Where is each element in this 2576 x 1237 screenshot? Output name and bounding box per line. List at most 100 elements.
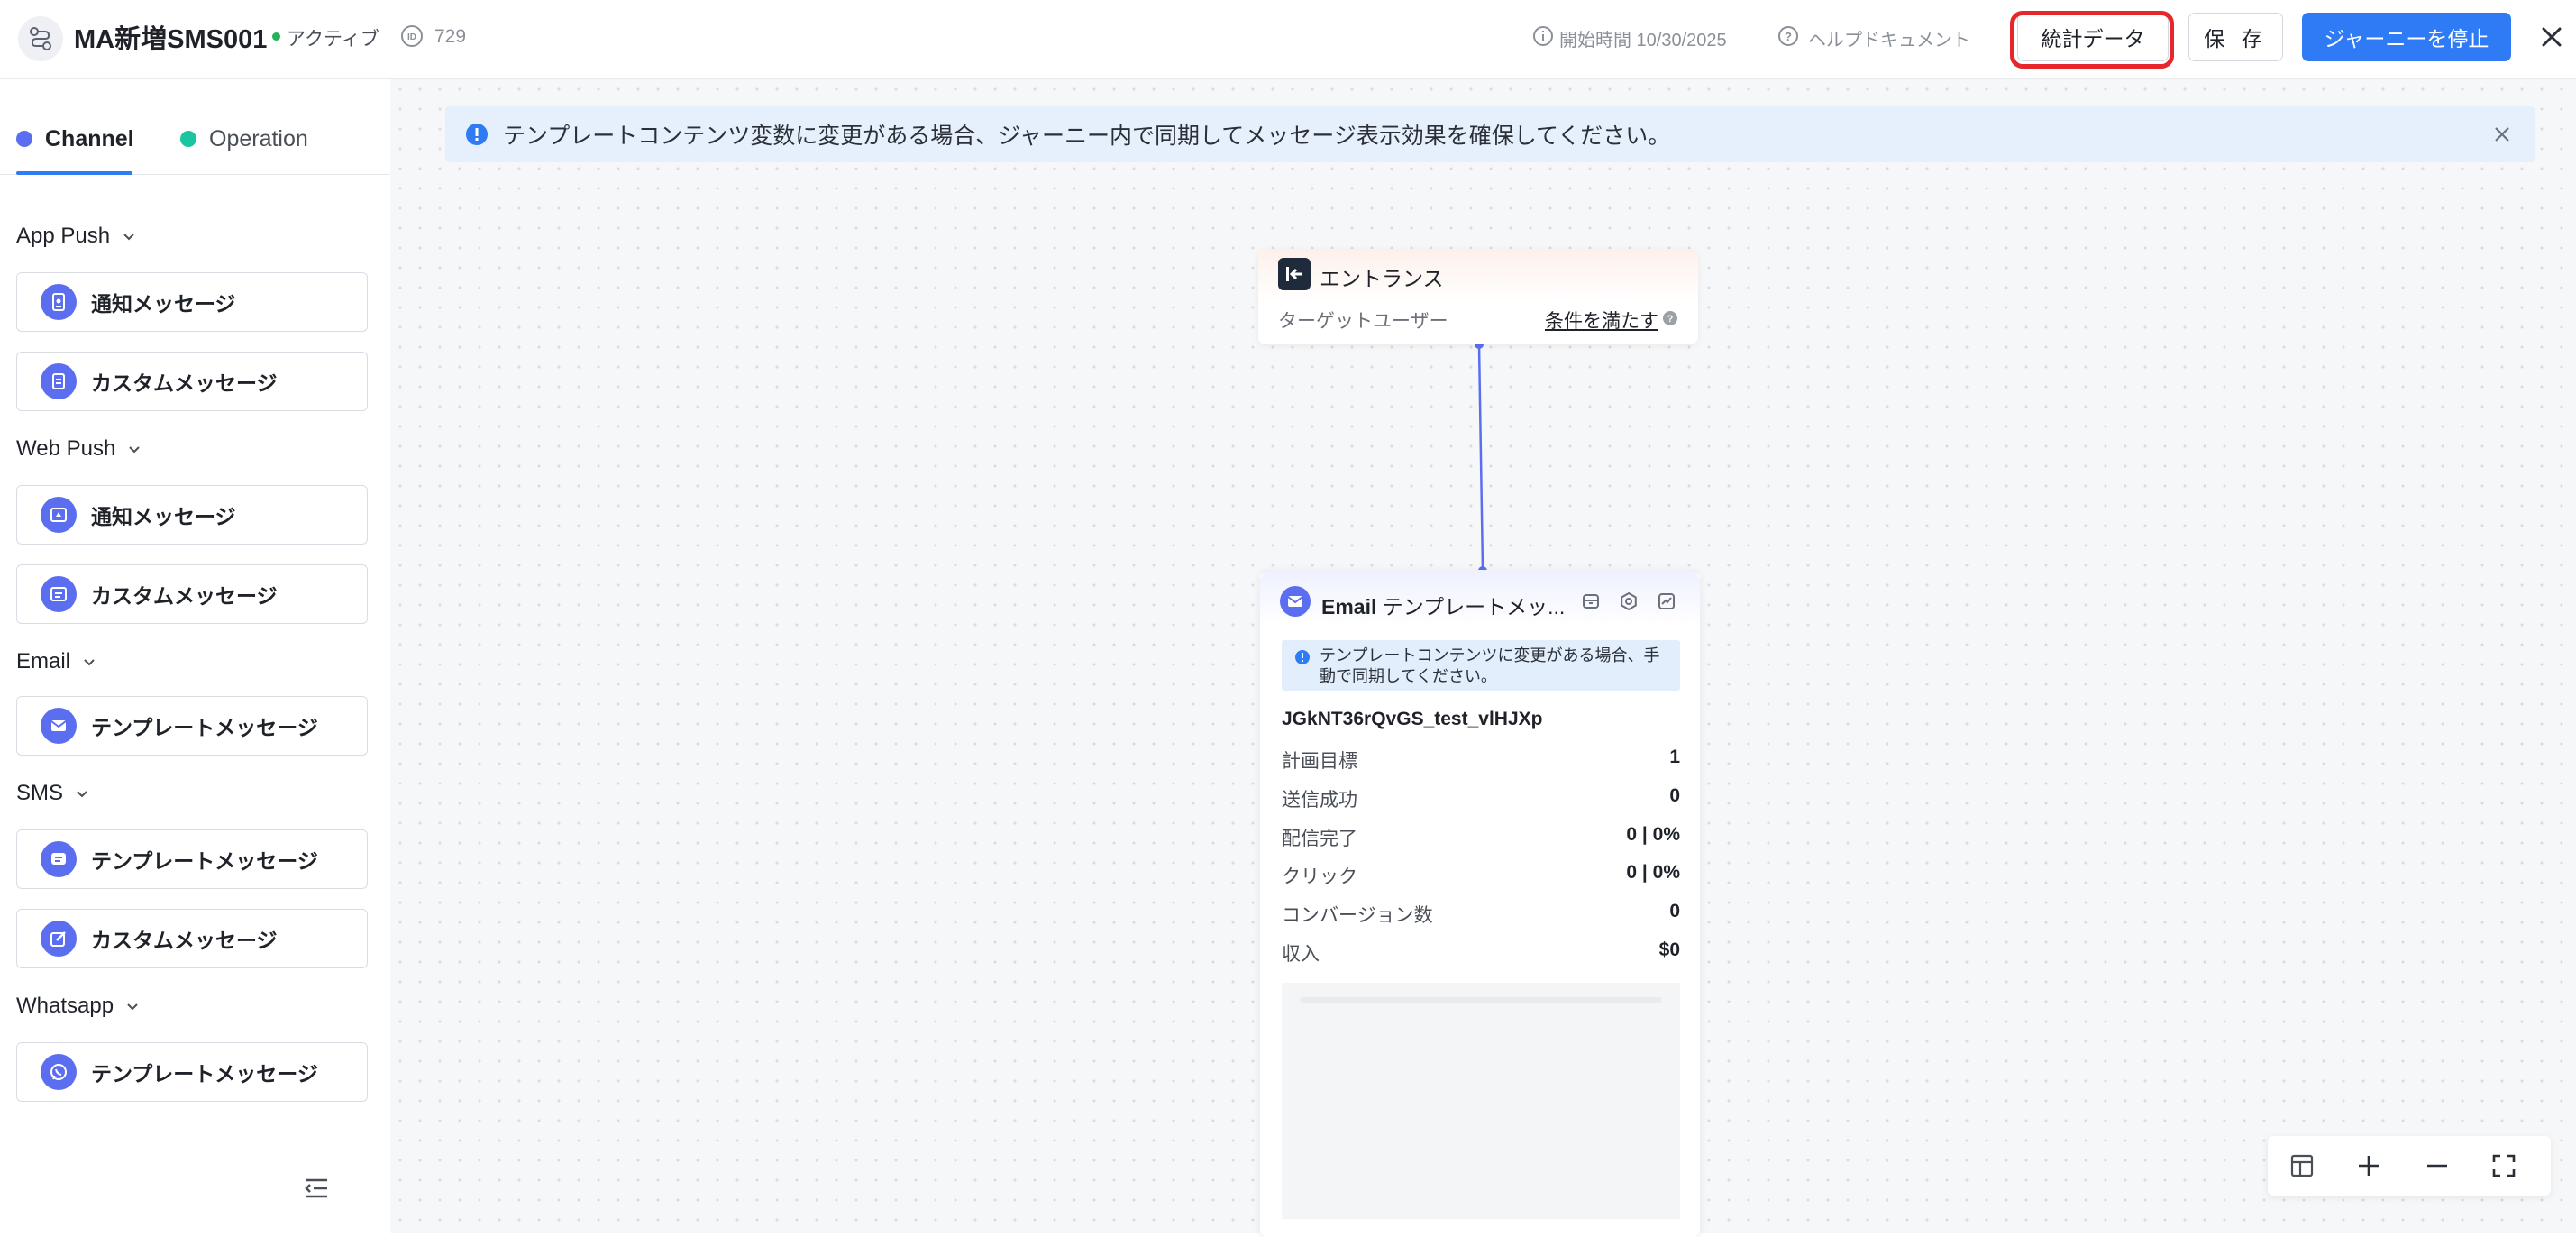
stop-journey-button[interactable]: ジャーニーを停止: [2302, 13, 2511, 61]
group-label: Email: [16, 649, 71, 673]
sidebar-item-sms-custom[interactable]: カスタムメッセージ: [16, 909, 368, 968]
email-template-node[interactable]: Email テンプレートメッ... テンプレートコンテンツに変更がある場合、手動…: [1260, 570, 1700, 1237]
info-icon: [1532, 25, 1554, 47]
stat-value: 0: [1669, 785, 1680, 806]
entrance-title: エントランス: [1320, 267, 1444, 290]
sidebar-item-email-template[interactable]: テンプレートメッセージ: [16, 696, 368, 756]
svg-text:?: ?: [1667, 314, 1674, 325]
chevron-down-icon: [77, 791, 87, 798]
condition-link[interactable]: 条件を満たす: [1545, 307, 1658, 334]
save-button[interactable]: 保 存: [2188, 13, 2283, 61]
stat-row-revenue: 収入 $0: [1282, 939, 1680, 967]
fullscreen-icon[interactable]: [2489, 1151, 2518, 1180]
active-tab-indicator: [16, 171, 132, 175]
collapse-sidebar-icon[interactable]: [303, 1175, 330, 1202]
group-label: Web Push: [16, 436, 116, 461]
canvas-controls: [2268, 1136, 2551, 1196]
browser-notification-icon: [41, 497, 77, 533]
sidebar-item-label: 通知メッセージ: [91, 505, 236, 528]
info-circle-icon: [1295, 650, 1310, 664]
chevron-down-icon: [127, 1003, 138, 1011]
info-banner: テンプレートコンテンツ変数に変更がある場合、ジャーニー内で同期してメッセージ表示…: [445, 106, 2535, 162]
edit-icon: [41, 921, 77, 957]
chevron-down-icon: [123, 234, 134, 241]
operation-dot: [180, 131, 196, 147]
settings-icon[interactable]: [1619, 591, 1639, 611]
stat-value: 0 | 0%: [1626, 824, 1680, 845]
sidebar-item-label: カスタムメッセージ: [91, 584, 278, 608]
info-circle-icon: [466, 124, 488, 145]
close-icon[interactable]: [2491, 124, 2513, 145]
mail-icon: [41, 708, 77, 744]
question-icon[interactable]: ?: [1662, 310, 1678, 326]
entrance-icon: [1278, 258, 1311, 290]
mail-icon: [1280, 586, 1311, 617]
stat-value: 1: [1669, 747, 1680, 767]
group-sms[interactable]: SMS: [16, 781, 90, 806]
sync-alert-text: テンプレートコンテンツに変更がある場合、手動で同期してください。: [1320, 646, 1660, 685]
close-icon[interactable]: [2536, 22, 2567, 52]
stat-row-clicks: クリック 0 | 0%: [1282, 862, 1680, 889]
template-name: JGkNT36rQvGS_test_vlHJXp: [1282, 709, 1543, 729]
group-app-push[interactable]: App Push: [16, 224, 137, 249]
sidebar-item-web-push-notification[interactable]: 通知メッセージ: [16, 485, 368, 545]
top-bar: MA新増SMS001 アクティブ ID 729 開始時間 10/30/2025 …: [0, 0, 2576, 79]
target-user-label: ターゲットユーザー: [1278, 311, 1448, 332]
channel-dot: [16, 131, 32, 147]
stat-label: コンバージョン数: [1282, 905, 1433, 926]
stat-label: 送信成功: [1282, 790, 1357, 811]
sidebar-item-web-push-custom[interactable]: カスタムメッセージ: [16, 564, 368, 624]
group-whatsapp[interactable]: Whatsapp: [16, 994, 141, 1019]
tab-channel-label: Channel: [45, 125, 134, 151]
stat-row-delivered: 配信完了 0 | 0%: [1282, 824, 1680, 851]
group-web-push[interactable]: Web Push: [16, 436, 142, 462]
sync-alert: テンプレートコンテンツに変更がある場合、手動で同期してください。: [1282, 640, 1680, 691]
sidebar-item-label: カスタムメッセージ: [91, 929, 278, 952]
journey-id: 729: [434, 26, 467, 47]
chevron-down-icon: [84, 659, 95, 666]
document-icon: [41, 363, 77, 399]
status-badge: アクティブ: [287, 29, 379, 50]
tab-operation[interactable]: Operation: [180, 121, 308, 157]
journey-flow-icon: [18, 16, 63, 61]
help-icon[interactable]: ?: [1777, 25, 1799, 47]
sidebar-item-whatsapp-template[interactable]: テンプレートメッセージ: [16, 1042, 368, 1102]
svg-text:ID: ID: [407, 32, 416, 42]
stat-label: 計画目標: [1282, 751, 1357, 772]
sidebar-item-app-push-custom[interactable]: カスタムメッセージ: [16, 352, 368, 411]
node-title-type: テンプレートメッ...: [1382, 595, 1566, 618]
help-document-link[interactable]: ヘルプドキュメント: [1808, 25, 1970, 51]
zoom-out-icon[interactable]: [2423, 1151, 2452, 1180]
entrance-node[interactable]: エントランス ターゲットユーザー 条件を満たす ?: [1258, 249, 1698, 344]
message-icon: [41, 841, 77, 877]
layout-icon[interactable]: [2288, 1151, 2316, 1180]
sidebar-item-label: 通知メッセージ: [91, 292, 236, 316]
node-title-channel: Email: [1321, 595, 1377, 618]
start-time: 開始時間 10/30/2025: [1559, 31, 1727, 50]
sidebar-item-app-push-notification[interactable]: 通知メッセージ: [16, 272, 368, 332]
stat-value: 0: [1669, 901, 1680, 921]
stat-value: $0: [1658, 939, 1680, 960]
sidebar-item-label: カスタムメッセージ: [91, 371, 278, 395]
banner-text: テンプレートコンテンツ変数に変更がある場合、ジャーニー内で同期してメッセージ表示…: [503, 124, 1671, 149]
chevron-down-icon: [129, 446, 141, 454]
sidebar-item-sms-template[interactable]: テンプレートメッセージ: [16, 829, 368, 889]
stat-value: 0 | 0%: [1626, 862, 1680, 883]
stat-label: 収入: [1282, 944, 1320, 965]
id-icon: ID: [400, 24, 424, 48]
stats-chart-icon[interactable]: [1657, 591, 1676, 611]
statistics-button[interactable]: 統計データ: [2017, 13, 2169, 61]
browser-document-icon: [41, 576, 77, 612]
chart-placeholder-bar: [1300, 997, 1662, 1003]
stat-row-plan-target: 計画目標 1: [1282, 747, 1680, 774]
archive-icon[interactable]: [1581, 591, 1601, 611]
component-sidebar: Channel Operation App Push 通知メッセージ カスタムメ…: [0, 79, 390, 1233]
status-dot: [272, 32, 280, 41]
zoom-in-icon[interactable]: [2354, 1151, 2383, 1180]
tab-channel[interactable]: Channel: [16, 121, 134, 157]
journey-title: MA新増SMS001: [74, 25, 268, 54]
stat-label: クリック: [1282, 866, 1357, 887]
group-email[interactable]: Email: [16, 649, 97, 674]
tab-operation-label: Operation: [209, 125, 308, 151]
sidebar-item-label: テンプレートメッセージ: [91, 1062, 318, 1086]
